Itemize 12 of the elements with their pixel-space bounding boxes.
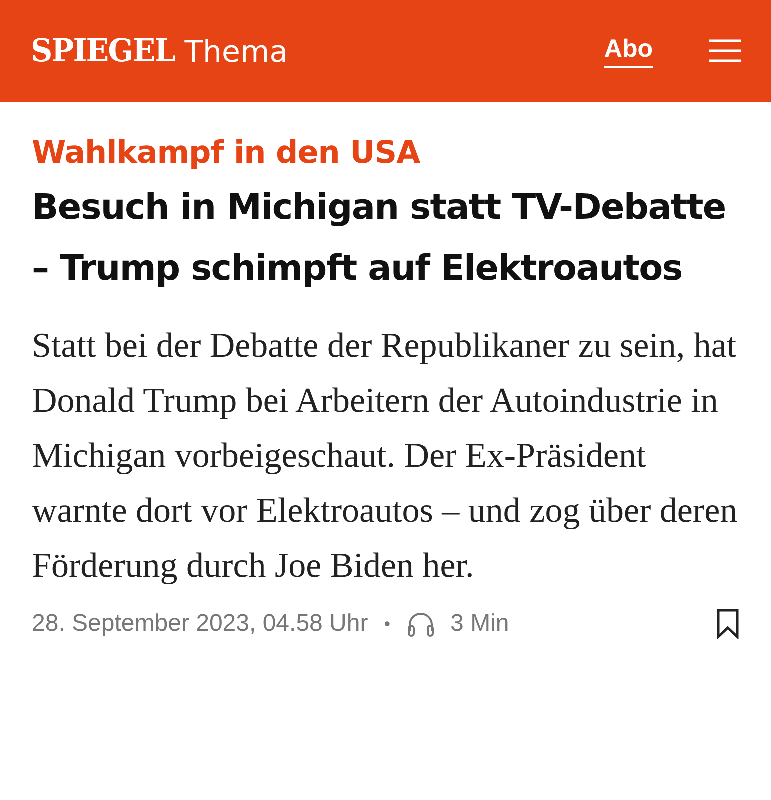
article-teaser: Statt bei der Debatte der Republikaner zu sein, hat Donald Trump bei Arbeitern der Autoindustrie in Michigan vorbeigeschaut. Der Ex-Präsident warnte dort vor Elektroautos – und zog über deren Förderung durch Joe Biden her. [32, 325, 739, 587]
headphones-icon [406, 611, 435, 637]
article-headline[interactable]: Besuch in Michigan statt TV-Debatte – Trump schimpft auf Elektroautos [32, 178, 739, 300]
section-title: Thema [184, 34, 288, 70]
menu-icon[interactable] [709, 39, 741, 63]
separator-dot: • [384, 614, 391, 634]
reading-time: 3 Min [450, 610, 510, 638]
subscription-link[interactable]: Abo [604, 34, 653, 68]
bookmark-icon[interactable] [717, 609, 739, 639]
brand-logo[interactable]: SPIEGEL [31, 32, 175, 70]
article-kicker: Wahlkampf in den USA [32, 135, 422, 171]
publish-date: 28. September 2023, 04.58 Uhr [32, 610, 368, 638]
